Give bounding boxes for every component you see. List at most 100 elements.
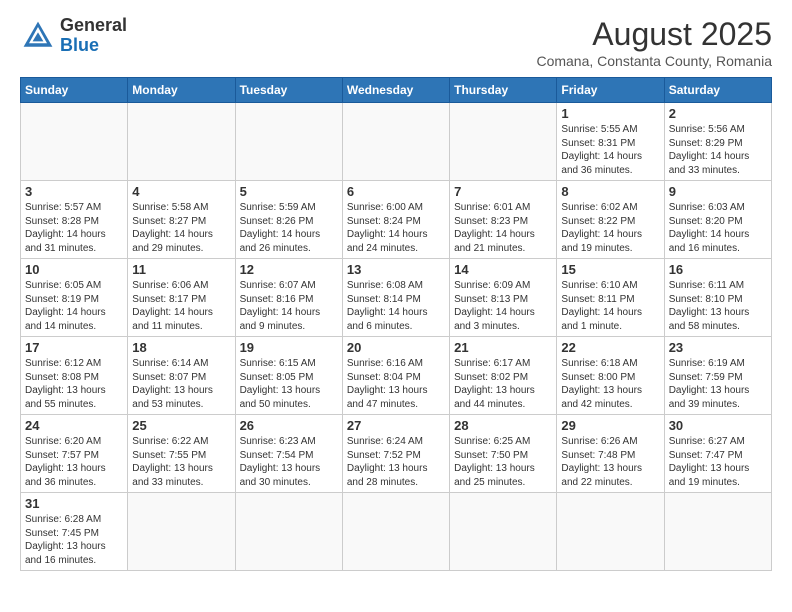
weekday-header-friday: Friday (557, 78, 664, 103)
weekday-header-monday: Monday (128, 78, 235, 103)
calendar-cell: 24 Sunrise: 6:20 AM Sunset: 7:57 PM Dayli… (21, 415, 128, 493)
calendar-cell: 8 Sunrise: 6:02 AM Sunset: 8:22 PM Daylig… (557, 181, 664, 259)
logo-general-text: General (60, 15, 127, 35)
calendar-cell (128, 493, 235, 571)
day-info: Sunrise: 6:24 AM Sunset: 7:52 PM Dayligh… (347, 435, 445, 489)
day-info: Sunrise: 6:20 AM Sunset: 7:57 PM Dayligh… (25, 435, 123, 489)
day-info: Sunrise: 6:18 AM Sunset: 8:00 PM Dayligh… (561, 357, 659, 411)
day-number: 21 (454, 340, 552, 355)
day-number: 25 (132, 418, 230, 433)
day-info: Sunrise: 6:19 AM Sunset: 7:59 PM Dayligh… (669, 357, 767, 411)
day-info: Sunrise: 6:27 AM Sunset: 7:47 PM Dayligh… (669, 435, 767, 489)
calendar-cell: 25 Sunrise: 6:22 AM Sunset: 7:55 PM Dayli… (128, 415, 235, 493)
day-number: 27 (347, 418, 445, 433)
calendar-cell: 12 Sunrise: 6:07 AM Sunset: 8:16 PM Dayli… (235, 259, 342, 337)
calendar-cell: 2 Sunrise: 5:56 AM Sunset: 8:29 PM Daylig… (664, 103, 771, 181)
calendar-cell (342, 493, 449, 571)
weekday-header-tuesday: Tuesday (235, 78, 342, 103)
day-number: 20 (347, 340, 445, 355)
day-number: 10 (25, 262, 123, 277)
day-info: Sunrise: 6:06 AM Sunset: 8:17 PM Dayligh… (132, 279, 230, 333)
calendar-cell (450, 493, 557, 571)
day-info: Sunrise: 6:01 AM Sunset: 8:23 PM Dayligh… (454, 201, 552, 255)
day-info: Sunrise: 6:22 AM Sunset: 7:55 PM Dayligh… (132, 435, 230, 489)
calendar-cell: 6Sunrise: 6:00 AM Sunset: 8:24 PM Daylig… (342, 181, 449, 259)
week-row-0: 1Sunrise: 5:55 AM Sunset: 8:31 PM Daylig… (21, 103, 772, 181)
day-number: 23 (669, 340, 767, 355)
calendar-cell: 17 Sunrise: 6:12 AM Sunset: 8:08 PM Dayli… (21, 337, 128, 415)
weekday-header-row: SundayMondayTuesdayWednesdayThursdayFrid… (21, 78, 772, 103)
day-info: Sunrise: 6:08 AM Sunset: 8:14 PM Dayligh… (347, 279, 445, 333)
calendar: SundayMondayTuesdayWednesdayThursdayFrid… (20, 77, 772, 571)
day-number: 1 (561, 106, 659, 121)
calendar-cell: 1Sunrise: 5:55 AM Sunset: 8:31 PM Daylig… (557, 103, 664, 181)
day-number: 17 (25, 340, 123, 355)
calendar-cell (21, 103, 128, 181)
week-row-2: 10 Sunrise: 6:05 AM Sunset: 8:19 PM Dayli… (21, 259, 772, 337)
calendar-cell: 23 Sunrise: 6:19 AM Sunset: 7:59 PM Dayli… (664, 337, 771, 415)
day-number: 22 (561, 340, 659, 355)
weekday-header-sunday: Sunday (21, 78, 128, 103)
calendar-cell: 5Sunrise: 5:59 AM Sunset: 8:26 PM Daylig… (235, 181, 342, 259)
day-number: 30 (669, 418, 767, 433)
day-number: 15 (561, 262, 659, 277)
calendar-cell: 18 Sunrise: 6:14 AM Sunset: 8:07 PM Dayli… (128, 337, 235, 415)
day-number: 13 (347, 262, 445, 277)
calendar-cell (450, 103, 557, 181)
day-number: 31 (25, 496, 123, 511)
day-number: 2 (669, 106, 767, 121)
day-info: Sunrise: 5:59 AM Sunset: 8:26 PM Dayligh… (240, 201, 338, 255)
day-info: Sunrise: 6:28 AM Sunset: 7:45 PM Dayligh… (25, 513, 123, 567)
week-row-4: 24 Sunrise: 6:20 AM Sunset: 7:57 PM Dayli… (21, 415, 772, 493)
calendar-cell: 30 Sunrise: 6:27 AM Sunset: 7:47 PM Dayli… (664, 415, 771, 493)
day-number: 18 (132, 340, 230, 355)
day-number: 29 (561, 418, 659, 433)
weekday-header-thursday: Thursday (450, 78, 557, 103)
logo-icon (20, 18, 56, 54)
day-info: Sunrise: 6:07 AM Sunset: 8:16 PM Dayligh… (240, 279, 338, 333)
day-number: 16 (669, 262, 767, 277)
day-info: Sunrise: 6:05 AM Sunset: 8:19 PM Dayligh… (25, 279, 123, 333)
day-info: Sunrise: 6:11 AM Sunset: 8:10 PM Dayligh… (669, 279, 767, 333)
day-info: Sunrise: 6:17 AM Sunset: 8:02 PM Dayligh… (454, 357, 552, 411)
calendar-cell: 9 Sunrise: 6:03 AM Sunset: 8:20 PM Daylig… (664, 181, 771, 259)
calendar-cell: 19Sunrise: 6:15 AM Sunset: 8:05 PM Dayli… (235, 337, 342, 415)
calendar-cell: 7 Sunrise: 6:01 AM Sunset: 8:23 PM Daylig… (450, 181, 557, 259)
day-number: 24 (25, 418, 123, 433)
calendar-cell: 27 Sunrise: 6:24 AM Sunset: 7:52 PM Dayli… (342, 415, 449, 493)
day-info: Sunrise: 6:23 AM Sunset: 7:54 PM Dayligh… (240, 435, 338, 489)
day-info: Sunrise: 6:02 AM Sunset: 8:22 PM Dayligh… (561, 201, 659, 255)
day-info: Sunrise: 6:09 AM Sunset: 8:13 PM Dayligh… (454, 279, 552, 333)
day-info: Sunrise: 6:26 AM Sunset: 7:48 PM Dayligh… (561, 435, 659, 489)
calendar-cell: 22 Sunrise: 6:18 AM Sunset: 8:00 PM Dayli… (557, 337, 664, 415)
day-number: 14 (454, 262, 552, 277)
day-info: Sunrise: 5:56 AM Sunset: 8:29 PM Dayligh… (669, 123, 767, 177)
day-info: Sunrise: 6:25 AM Sunset: 7:50 PM Dayligh… (454, 435, 552, 489)
calendar-cell: 26Sunrise: 6:23 AM Sunset: 7:54 PM Dayli… (235, 415, 342, 493)
day-info: Sunrise: 6:16 AM Sunset: 8:04 PM Dayligh… (347, 357, 445, 411)
logo-text: General Blue (60, 16, 127, 56)
day-info: Sunrise: 6:14 AM Sunset: 8:07 PM Dayligh… (132, 357, 230, 411)
day-number: 6 (347, 184, 445, 199)
calendar-cell (664, 493, 771, 571)
day-number: 9 (669, 184, 767, 199)
week-row-1: 3Sunrise: 5:57 AM Sunset: 8:28 PM Daylig… (21, 181, 772, 259)
header: General Blue August 2025 Comana, Constan… (20, 16, 772, 69)
calendar-cell: 10 Sunrise: 6:05 AM Sunset: 8:19 PM Dayli… (21, 259, 128, 337)
day-number: 8 (561, 184, 659, 199)
day-info: Sunrise: 6:12 AM Sunset: 8:08 PM Dayligh… (25, 357, 123, 411)
week-row-3: 17 Sunrise: 6:12 AM Sunset: 8:08 PM Dayli… (21, 337, 772, 415)
calendar-cell (235, 493, 342, 571)
day-info: Sunrise: 6:03 AM Sunset: 8:20 PM Dayligh… (669, 201, 767, 255)
day-number: 3 (25, 184, 123, 199)
day-number: 28 (454, 418, 552, 433)
calendar-cell (128, 103, 235, 181)
calendar-cell (557, 493, 664, 571)
day-number: 12 (240, 262, 338, 277)
logo: General Blue (20, 16, 127, 56)
calendar-cell: 3Sunrise: 5:57 AM Sunset: 8:28 PM Daylig… (21, 181, 128, 259)
day-info: Sunrise: 6:15 AM Sunset: 8:05 PM Dayligh… (240, 357, 338, 411)
calendar-cell: 11Sunrise: 6:06 AM Sunset: 8:17 PM Dayli… (128, 259, 235, 337)
day-number: 7 (454, 184, 552, 199)
calendar-cell: 14 Sunrise: 6:09 AM Sunset: 8:13 PM Dayli… (450, 259, 557, 337)
